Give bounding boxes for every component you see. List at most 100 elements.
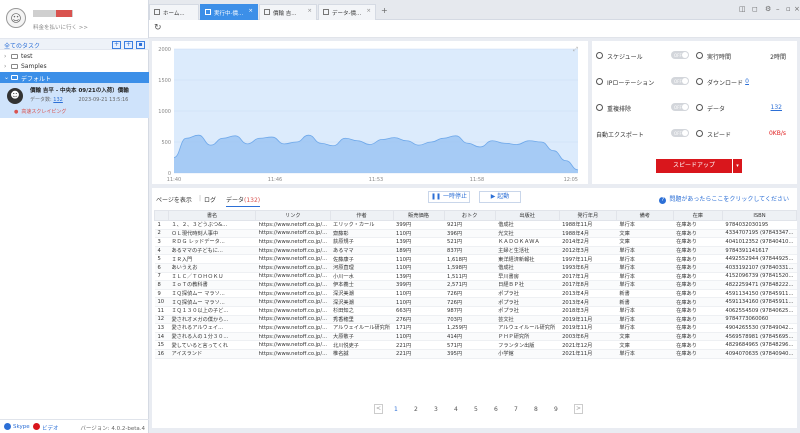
task-item[interactable]: ☻ 價輸 吉平 - 中央本 09/21の入荷）價輸 データ数: 132 2023… [0,83,149,118]
tab-data[interactable]: データ-價... × [318,4,376,20]
stat-label: データ [707,106,726,113]
table-cell: 主婦と生活社 [495,246,560,256]
column-header[interactable]: リンク [255,210,331,221]
table-cell: 在庫あり [673,246,723,256]
page-number[interactable]: 3 [434,406,438,413]
page-number[interactable]: 2 [414,406,418,413]
table-cell: 110円 [393,332,445,342]
column-header[interactable]: 備考 [615,210,674,221]
tab-task[interactable]: 價輸 吉... × [259,4,317,20]
add-tab-icon[interactable]: + [381,6,388,15]
chevron-down-icon[interactable]: ▾ [733,159,742,173]
expand-icon[interactable]: › [4,63,6,70]
table-row[interactable]: 7 ＩＬＣ／ＴＯＨＯＫＵ https://www.netoff.co.jp/... 小… [154,272,797,282]
toggle-state: OFF [674,104,682,110]
table-cell: 2017年1月 [559,272,617,282]
expand-icon[interactable]: › [4,53,6,60]
table-cell: 171円 [393,323,445,333]
next-page-button[interactable]: > [574,404,583,414]
table-cell: 2018年3月 [559,306,617,316]
auto-export-toggle[interactable]: OFF [671,129,689,137]
table-row[interactable]: 10 ＩＱ探偵ムー マラソ... https://www.netoff.co.jp/… [154,297,797,307]
column-header[interactable]: 販売価格 [392,210,445,221]
cube-icon[interactable]: ◫ [739,5,746,13]
new-folder-icon[interactable]: + [112,40,121,49]
column-header[interactable]: 作者 [329,210,394,221]
column-header[interactable]: ISBN [721,210,798,221]
page-number[interactable]: 1 [394,406,398,413]
prev-page-button[interactable]: < [374,404,383,414]
avatar[interactable]: ☺ [6,8,26,28]
maximize-icon[interactable]: ▫ [786,5,791,13]
close-icon[interactable]: × [248,8,253,14]
skype-icon[interactable] [4,423,11,430]
speedup-button[interactable]: スピードアップ [656,159,732,173]
import-icon[interactable]: ▪ [136,40,145,49]
table-row[interactable]: 3 ＲＤＧ レッドデータ... https://www.netoff.co.jp/.… [154,237,797,247]
minimize-icon[interactable]: – [776,5,780,13]
close-window-icon[interactable]: × [794,5,800,13]
help-link[interactable]: ? 問題があったらここをクリックしてください [659,194,789,204]
pay-link[interactable]: 料金を払いに行く >> [33,23,88,31]
tree-item-default[interactable]: ⌄ デフォルト [0,72,149,83]
table-row[interactable]: 16 アイスランド https://www.netoff.co.jp/... 椎名誠 2… [154,349,797,359]
table-cell: https://www.netoff.co.jp/... [255,254,331,264]
tab-home[interactable]: ホーム... [149,4,199,20]
data-tab[interactable]: データ(132) [226,195,261,207]
video-icon[interactable] [33,423,40,430]
column-header[interactable]: おトク [443,210,496,221]
close-icon[interactable]: × [366,8,371,14]
table-cell: 在庫あり [673,315,723,325]
table-row[interactable]: 15 愛していると言ってくれ https://www.netoff.co.jp/..… [154,340,797,350]
page-number[interactable]: 4 [454,406,458,413]
table-cell: 9 [154,289,169,299]
refresh-icon[interactable]: ↻ [154,23,162,33]
dedupe-toggle[interactable]: OFF [671,103,689,111]
table-row[interactable]: 13 愛されるアルウェイ... https://www.netoff.co.jp/.… [154,323,797,333]
column-header[interactable]: 出版社 [494,210,560,221]
table-row[interactable]: 11 ＩＱ１３０以上の子ど... https://www.netoff.co.jp/… [154,306,797,316]
collapse-icon[interactable]: ⌄ [4,74,9,81]
page-number[interactable]: 6 [494,406,498,413]
task-data-count[interactable]: 132 [53,97,63,103]
page-number[interactable]: 9 [554,406,558,413]
column-header[interactable]: 在庫 [672,210,723,221]
stat-value[interactable]: 0 [745,78,749,85]
page-number[interactable]: 7 [514,406,518,413]
tab-bar: ホーム... 実行中-價... × 價輸 吉... × データ-價... × +… [149,0,800,20]
close-icon[interactable]: × [307,8,312,14]
start-button[interactable]: ▶ 起動 [479,191,521,203]
table-cell: 1,598円 [444,263,496,273]
schedule-toggle[interactable]: OFF [671,51,689,59]
table-row[interactable]: 12 愛されオメガの僕から... https://www.netoff.co.jp/… [154,315,797,325]
tab-running[interactable]: 実行中-價... × [200,4,258,20]
table-cell: 276円 [393,315,445,325]
bell-icon[interactable]: ◻ [752,5,758,13]
page-number[interactable]: 8 [534,406,538,413]
table-cell: 9784032030195 [722,220,797,230]
column-header[interactable] [154,210,169,221]
show-page-tab[interactable]: ページを表示 [156,195,192,204]
table-row[interactable]: 4 あるママの子どもに... https://www.netoff.co.jp/..… [154,246,797,256]
table-cell: 愛されるアルウェイ... [168,323,256,333]
table-row[interactable]: 1 １、２、３どうぶつ&... https://www.netoff.co.jp/.… [154,220,797,230]
skype-link[interactable]: Skype [13,424,30,430]
video-link[interactable]: ビデオ [42,424,59,432]
table-row[interactable]: 9 ＩＱ探偵ムー マラソ... https://www.netoff.co.jp/.… [154,289,797,299]
table-row[interactable]: 6 あいうえお https://www.netoff.co.jp/... 河原直理 11… [154,263,797,273]
log-tab[interactable]: ログ [204,195,216,204]
pause-button[interactable]: ❚❚ 一時停止 [428,191,470,203]
tree-item-samples[interactable]: › Samples [0,61,149,72]
table-row[interactable]: 8 ＩｏＴの教科書 https://www.netoff.co.jp/... 伊本義士… [154,280,797,290]
column-header[interactable]: 発行年月 [558,210,617,221]
stat-value[interactable]: 132 [771,104,782,111]
table-row[interactable]: 5 ＩＲ入門 https://www.netoff.co.jp/... 佐藤康子 110… [154,254,797,264]
new-task-icon[interactable]: + [124,40,133,49]
settings-icon[interactable]: ⚙ [765,5,771,13]
table-row[interactable]: 2 ＯＬ現代時刻人事中 https://www.netoff.co.jp/... 齋藤… [154,229,797,239]
table-row[interactable]: 14 愛される人の１分３０... https://www.netoff.co.jp/… [154,332,797,342]
ip-rotation-toggle[interactable]: OFF [671,77,689,85]
column-header[interactable]: 書名 [167,210,257,221]
page-number[interactable]: 5 [474,406,478,413]
table-cell: 単行本 [616,263,674,273]
